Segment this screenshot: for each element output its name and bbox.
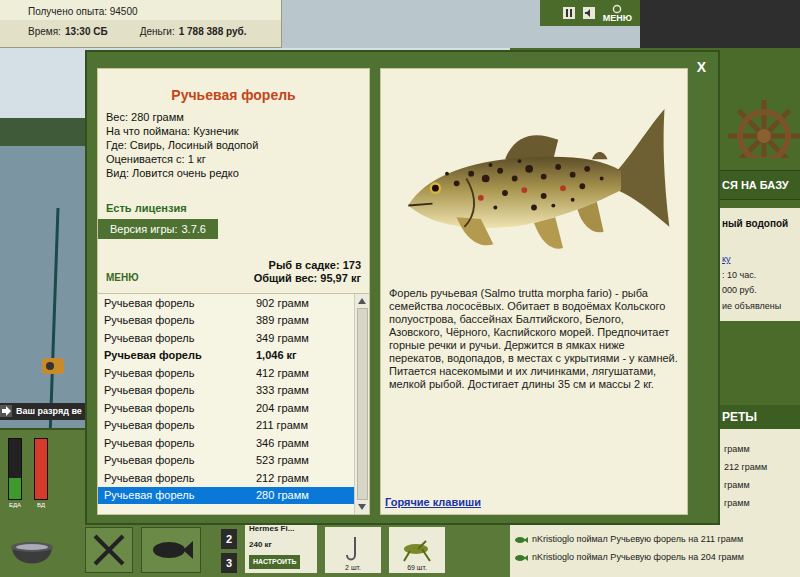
meter: ВД xyxy=(34,438,48,508)
tools-icon xyxy=(91,532,127,568)
fish-image xyxy=(381,69,687,287)
catch-row[interactable]: Ручьевая форель346 грамм xyxy=(98,434,354,452)
info-link[interactable]: ку xyxy=(722,253,800,267)
top-bar: Получено опыта: 94500 Время: 13:30 СБ Деньг… xyxy=(0,0,800,48)
catch-row[interactable]: Ручьевая форель333 грамм xyxy=(98,382,354,400)
fish-description-panel: Форель ручьевая (Salmo trutta morpha far… xyxy=(380,68,688,515)
feed-row: nKristioglo поймал Ручьевую форель на 20… xyxy=(510,549,800,567)
catch-row[interactable]: Ручьевая форель211 грамм xyxy=(98,417,354,435)
catch-row[interactable]: Ручьевая форель412 грамм xyxy=(98,364,354,382)
catch-row[interactable]: Ручьевая форель523 грамм xyxy=(98,452,354,470)
fish-title: Ручьевая форель xyxy=(106,69,361,106)
scroll-thumb[interactable] xyxy=(357,308,368,500)
catch-row[interactable]: Ручьевая форель204 грамм xyxy=(98,399,354,417)
scroll-up-icon[interactable] xyxy=(358,298,366,304)
trout-icon xyxy=(389,81,679,276)
license: Есть лицензия xyxy=(106,200,361,217)
menu-wheel-icon[interactable] xyxy=(610,4,624,14)
keepnet-count: Рыб в садке: 173 xyxy=(269,259,361,272)
bait-slot[interactable]: 69 шт. xyxy=(389,527,445,573)
fish-info-panel: Ручьевая форель Вес: 280 граммНа что пойм… xyxy=(97,68,370,515)
catch-row[interactable]: Ручьевая форель280 грамм xyxy=(98,487,354,505)
top-menu-button[interactable]: МЕНЮ xyxy=(603,14,632,23)
grasshopper-icon xyxy=(400,537,434,563)
fish-icon xyxy=(149,535,193,565)
keepnet-weight: Общий вес: 95,97 кг xyxy=(254,272,361,285)
catch-row[interactable]: Ручьевая форель902 грамм xyxy=(98,294,354,312)
setup-button[interactable]: НАСТРОИТЬ xyxy=(249,555,300,570)
catch-row[interactable]: Ручьевая форель349 грамм xyxy=(98,329,354,347)
catch-row[interactable]: Ручьевая форель389 грамм xyxy=(98,312,354,330)
meter: ЕДА xyxy=(8,438,22,508)
fish-dialog: X Ручьевая форель Вес: 280 граммНа что пой… xyxy=(85,50,720,525)
time-label: Время: xyxy=(28,24,61,39)
slot-number[interactable]: 2 xyxy=(221,529,237,549)
reel-slot[interactable]: Hermes Fi...240 кгНАСТРОИТЬ xyxy=(245,519,317,574)
fishing-rod-icon xyxy=(20,208,80,428)
ship-wheel-icon[interactable] xyxy=(726,98,800,158)
fish-icon xyxy=(514,536,528,544)
slot-number[interactable]: 3 xyxy=(221,553,237,573)
hook-icon xyxy=(343,535,363,563)
arrow-icon xyxy=(0,405,12,417)
fish-description: Форель ручьевая (Salmo trutta morpha far… xyxy=(381,287,687,391)
close-button[interactable]: X xyxy=(693,56,710,78)
version-bar: Версия игры:3.7.6 xyxy=(98,219,218,240)
feed-row: nKristioglo поймал Ручьевую форель на 21… xyxy=(510,531,800,549)
tools-button[interactable] xyxy=(85,527,133,573)
catch-list: Ручьевая форель902 граммРучьевая форель3… xyxy=(98,293,369,514)
money-value: 1 788 388 руб. xyxy=(179,24,247,39)
money-label: Деньги: xyxy=(140,24,175,39)
fish-button[interactable] xyxy=(141,527,201,573)
hook-slot[interactable]: 2 шт. xyxy=(325,527,381,573)
scroll-down-icon[interactable] xyxy=(358,504,366,510)
pause-icon[interactable] xyxy=(563,7,575,19)
hud-stats: Время: 13:30 СБ Деньги: 1 788 388 руб. xyxy=(0,20,281,47)
catch-row[interactable]: Ручьевая форель1,046 кг xyxy=(98,347,354,365)
catch-row[interactable]: Ручьевая форель212 грамм xyxy=(98,469,354,487)
rank-notice: Ваш разряд ве xyxy=(0,403,90,421)
game-screen: Получено опыта: 94500 Время: 13:30 СБ Деньг… xyxy=(0,0,800,577)
scrollbar[interactable] xyxy=(354,294,369,514)
menu-button[interactable]: МЕНЮ xyxy=(106,270,139,285)
hotkeys-link[interactable]: Горячие клавиши xyxy=(381,494,687,515)
cauldron-icon[interactable] xyxy=(8,539,56,573)
time-value: 13:30 СБ xyxy=(65,24,108,39)
hud: Получено опыта: 94500 Время: 13:30 СБ Деньг… xyxy=(0,0,282,48)
experience: Получено опыта: 94500 xyxy=(0,0,281,20)
top-strip: МЕНЮ xyxy=(282,0,640,48)
fish-icon xyxy=(514,554,528,562)
sound-icon[interactable] xyxy=(583,7,595,19)
fish-details: Вес: 280 граммНа что поймана: КузнечикГд… xyxy=(106,110,361,180)
